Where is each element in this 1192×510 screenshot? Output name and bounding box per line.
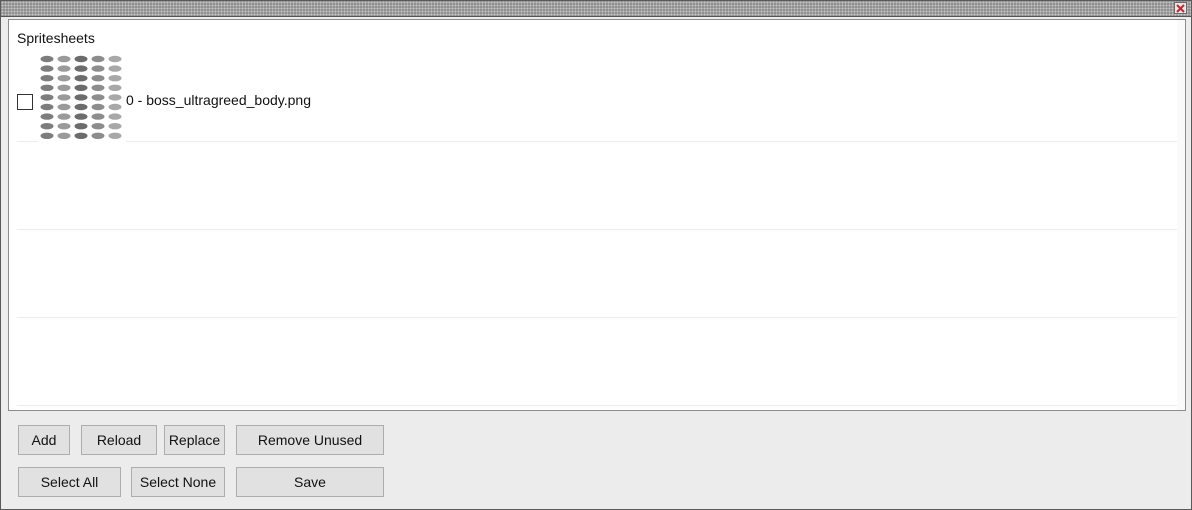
spritesheet-thumbnail-icon: [38, 54, 126, 142]
sheet-label: 0 - boss_ultragreed_body.png: [126, 92, 311, 108]
spritesheets-panel: Spritesheets 0 - boss_ultragreed_body.pn…: [8, 19, 1186, 411]
close-icon: [1176, 3, 1185, 13]
panel-title: Spritesheets: [17, 30, 95, 46]
select-none-button[interactable]: Select None: [131, 467, 225, 497]
empty-row: [17, 230, 1177, 318]
spritesheet-window: Spritesheets 0 - boss_ultragreed_body.pn…: [0, 0, 1192, 510]
add-button[interactable]: Add: [18, 425, 70, 455]
empty-row: [17, 318, 1177, 406]
remove-unused-button[interactable]: Remove Unused: [236, 425, 384, 455]
sheet-checkbox[interactable]: [17, 94, 33, 110]
replace-button[interactable]: Replace: [164, 425, 225, 455]
save-button[interactable]: Save: [236, 467, 384, 497]
select-all-button[interactable]: Select All: [18, 467, 121, 497]
close-button[interactable]: [1174, 2, 1187, 14]
scrollbar[interactable]: [1177, 20, 1185, 410]
empty-row: [17, 142, 1177, 230]
list-item[interactable]: 0 - boss_ultragreed_body.png: [17, 54, 1177, 142]
reload-button[interactable]: Reload: [81, 425, 157, 455]
title-bar[interactable]: [1, 1, 1191, 17]
